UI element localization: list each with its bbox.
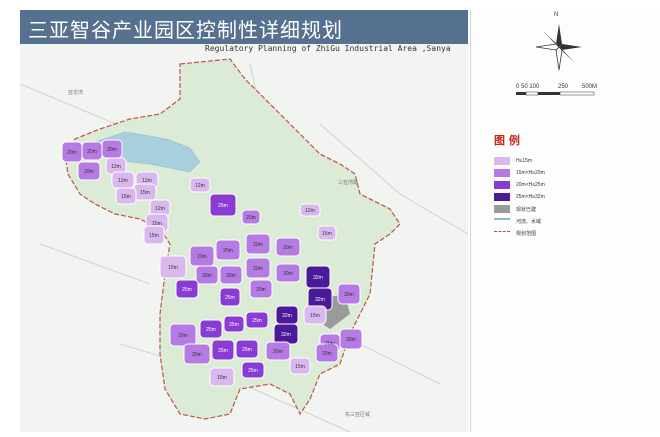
map-area: 20m 20m 20m 12m 20m 12m 12m 15m 15m 12m 12m 15m 25m 1… — [19, 44, 469, 433]
height-label: 20m — [226, 273, 236, 279]
height-label: 20m — [322, 351, 332, 357]
height-label: 25m — [252, 318, 262, 324]
legend-swatch — [494, 181, 510, 189]
place-label-2: 三亚湾路 — [338, 179, 358, 186]
height-label: 20m — [84, 169, 94, 175]
place-label-3: 东三亚区域 — [345, 411, 370, 418]
height-label: 25m — [218, 203, 228, 209]
legend-label: 20m<H≤25m — [516, 182, 545, 188]
height-label: 20m — [283, 245, 293, 251]
height-label: 15m — [121, 194, 131, 200]
height-label: 20m — [246, 215, 256, 221]
legend-label: 25m<H≤32m — [516, 194, 545, 200]
legend-item-h20: 15m<H≤20m — [494, 168, 545, 178]
height-label: 20m — [197, 254, 207, 260]
height-label: 20m — [273, 349, 283, 355]
height-label: 25m — [229, 322, 239, 328]
legend-title: 图 例 — [494, 134, 520, 147]
height-label: 32m — [282, 313, 292, 319]
legend-item-existing: 现状已建 — [494, 204, 536, 214]
height-label: 20m — [256, 287, 266, 293]
height-label: 20m — [325, 341, 335, 347]
height-label: 20m — [253, 242, 263, 248]
height-label: 12m — [195, 183, 205, 189]
legend-swatch — [494, 193, 510, 201]
legend-swatch — [494, 218, 510, 224]
map-subtitle: Regulatory Planning of ZhiGu Industrial … — [205, 44, 451, 53]
height-label: 20m — [107, 147, 117, 153]
legend-item-h15: H≤15m — [494, 156, 532, 166]
height-label: 20m — [223, 248, 233, 254]
height-label: 20m — [253, 266, 263, 272]
height-label: 15m — [168, 265, 178, 271]
height-label: 20m — [283, 271, 293, 277]
scale-tick-1: 250 — [558, 84, 569, 90]
legend-item-h25: 20m<H≤25m — [494, 180, 545, 190]
height-label: 15m — [322, 231, 332, 237]
height-label: 25m — [225, 295, 235, 301]
height-label: 15m — [140, 190, 150, 196]
height-label: 25m — [218, 348, 228, 354]
height-label: 15m — [310, 313, 320, 319]
height-label: 15m — [217, 375, 227, 381]
height-label: 20m — [346, 337, 356, 343]
height-label: 32m — [315, 297, 325, 303]
height-label: 12m — [305, 208, 315, 214]
legend-swatch — [494, 169, 510, 177]
height-label: 15m — [295, 364, 305, 370]
height-label: 12m — [111, 164, 121, 170]
height-label: 15m — [152, 221, 162, 227]
legend-label: 15m<H≤20m — [516, 170, 545, 176]
legend-label: 现状已建 — [516, 206, 537, 213]
map-svg: 20m 20m 20m 12m 20m 12m 12m 15m 15m 12m 12m 15m 25m 1… — [19, 58, 469, 433]
scale-tick-0: 0 50 100 — [516, 84, 540, 90]
height-label: 15m — [149, 233, 159, 239]
site-land-area — [64, 58, 401, 420]
height-label: 25m — [206, 327, 216, 333]
height-label: 12m — [142, 178, 152, 184]
height-label: 12m — [155, 206, 165, 212]
legend-label: 规划范围 — [516, 230, 537, 237]
height-label: 25m — [182, 287, 192, 293]
height-label: 25m — [248, 368, 258, 374]
planning-map-sheet: 20m 20m 20m 12m 20m 12m 12m 15m 15m 12m 12m 15m 25m 1… — [0, 0, 660, 433]
north-label: N — [554, 12, 559, 18]
legend-item-water: 河流、水域 — [494, 216, 541, 226]
height-label: 20m — [192, 352, 202, 358]
height-label: 32m — [313, 275, 323, 281]
height-label: 25m — [242, 347, 252, 353]
legend-label: H≤15m — [516, 158, 533, 164]
height-label: 20m — [202, 273, 212, 279]
height-label: 20m — [344, 292, 354, 298]
legend-label: 河流、水域 — [516, 218, 542, 225]
scale-tick-2: 500M — [582, 84, 598, 90]
height-label: 20m — [178, 333, 188, 339]
legend-swatch — [494, 230, 510, 236]
legend-swatch — [494, 157, 510, 165]
title-bar: 三亚智谷产业园区控制性详细规划 — [20, 10, 468, 44]
legend-item-boundary: 规划范围 — [494, 228, 536, 238]
scale-bar — [516, 91, 595, 96]
height-label: 20m — [87, 149, 97, 155]
legend-item-h32: 25m<H≤32m — [494, 192, 545, 202]
height-label: 20m — [67, 150, 77, 156]
height-label: 32m — [281, 332, 291, 338]
legend: 图 例 H≤15m 15m<H≤20m 20m<H≤25m 25m<H≤32m … — [490, 132, 650, 252]
north-arrow-icon — [535, 24, 582, 71]
place-label-1: 亚龙湾 — [68, 89, 83, 96]
height-label: 12m — [118, 178, 128, 184]
map-title: 三亚智谷产业园区控制性详细规划 — [28, 18, 343, 42]
legend-swatch — [494, 205, 510, 213]
